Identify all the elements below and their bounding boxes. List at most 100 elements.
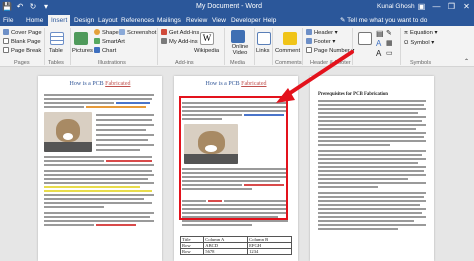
my-addins-button[interactable]: My Add-ins bbox=[161, 38, 198, 46]
text-line bbox=[86, 106, 146, 108]
text-line bbox=[44, 102, 114, 104]
text-line bbox=[318, 112, 418, 114]
pi-icon: π bbox=[404, 30, 408, 36]
online-video-button[interactable]: Online Video bbox=[228, 44, 252, 56]
get-addins-label: Get Add-ins bbox=[169, 30, 200, 36]
section-heading: Prerequisites for PCB Fabrication bbox=[318, 92, 388, 97]
symbol-button[interactable]: Ω Symbol ▾ bbox=[404, 39, 434, 47]
page-3[interactable]: Prerequisites for PCB Fabrication bbox=[310, 76, 434, 261]
text-line bbox=[106, 160, 152, 162]
pictures-button[interactable]: Pictures bbox=[72, 47, 93, 55]
cat-laptop-image[interactable] bbox=[44, 112, 92, 152]
cover-page-button[interactable]: Cover Page bbox=[3, 29, 42, 37]
object-icon[interactable]: ▭ bbox=[386, 50, 393, 58]
text-line bbox=[44, 202, 152, 204]
text-line bbox=[44, 156, 152, 158]
wordart-icon[interactable]: A bbox=[376, 40, 381, 48]
signature-line-icon[interactable]: ✎ bbox=[386, 30, 392, 38]
text-line bbox=[318, 224, 426, 226]
text-line bbox=[44, 106, 84, 108]
ribbon-tabs: File Home Insert Design Layout Reference… bbox=[0, 14, 474, 26]
collapse-ribbon-icon[interactable]: ⌃ bbox=[464, 58, 469, 66]
text-line bbox=[318, 128, 416, 130]
screenshot-label: Screenshot bbox=[127, 30, 157, 36]
tab-developer[interactable]: Developer bbox=[231, 15, 261, 26]
page-break-label: Page Break bbox=[11, 48, 42, 54]
table-row: Row 5678 1234 bbox=[179, 248, 292, 255]
text-line bbox=[318, 140, 426, 142]
text-line bbox=[318, 166, 426, 168]
text-line bbox=[44, 212, 154, 214]
ribbon-display-options-icon[interactable]: ▣ bbox=[417, 1, 426, 13]
text-line bbox=[44, 220, 154, 222]
text-line bbox=[44, 216, 150, 218]
equation-button[interactable]: π Equation ▾ bbox=[404, 29, 437, 37]
redo-icon[interactable]: ↻ bbox=[28, 1, 38, 13]
text-line bbox=[318, 204, 420, 206]
screenshot-button[interactable]: Screenshot bbox=[119, 29, 156, 37]
text-line bbox=[318, 154, 422, 156]
text-line bbox=[318, 228, 398, 230]
text-line bbox=[318, 208, 426, 210]
tab-references[interactable]: References bbox=[121, 15, 154, 26]
text-line bbox=[44, 98, 152, 100]
table-button[interactable]: Table bbox=[49, 47, 63, 55]
tables-group-label: Tables bbox=[48, 60, 64, 66]
text-line bbox=[318, 150, 426, 152]
text-box-icon[interactable] bbox=[358, 32, 372, 45]
comment-button[interactable]: Comment bbox=[275, 47, 300, 55]
quick-parts-icon[interactable]: ▤ bbox=[376, 30, 384, 38]
group-divider bbox=[400, 28, 401, 65]
tab-review[interactable]: Review bbox=[186, 15, 207, 26]
wikipedia-icon: W bbox=[200, 32, 214, 45]
customize-qat-icon[interactable]: ▾ bbox=[41, 1, 51, 13]
tab-view[interactable]: View bbox=[212, 15, 226, 26]
tab-insert[interactable]: Insert bbox=[48, 15, 71, 26]
wikipedia-button[interactable]: Wikipedia bbox=[194, 47, 219, 55]
page-break-icon bbox=[3, 47, 9, 53]
blank-page-button[interactable]: Blank Page bbox=[3, 38, 41, 46]
tell-me-search[interactable]: ✎ Tell me what you want to do bbox=[340, 15, 427, 26]
close-button[interactable]: ✕ bbox=[462, 1, 471, 13]
page-title-highlight: Fabricated bbox=[105, 81, 131, 87]
get-addins-button[interactable]: Get Add-ins bbox=[161, 29, 199, 37]
tab-file[interactable]: File bbox=[3, 15, 13, 26]
minimize-button[interactable]: — bbox=[432, 1, 441, 13]
tab-home[interactable]: Home bbox=[26, 15, 43, 26]
group-divider bbox=[44, 28, 45, 65]
chart-button[interactable]: Chart bbox=[94, 47, 116, 55]
tab-help[interactable]: Help bbox=[263, 15, 276, 26]
group-divider bbox=[224, 28, 225, 65]
equation-label: Equation bbox=[410, 30, 433, 36]
page-break-button[interactable]: Page Break bbox=[3, 47, 41, 55]
shapes-button[interactable]: Shapes bbox=[94, 29, 122, 37]
page-1[interactable]: How is a PCB Fabricated bbox=[38, 76, 162, 261]
undo-icon[interactable]: ↶ bbox=[15, 1, 25, 13]
footer-icon bbox=[306, 38, 312, 44]
text-line bbox=[318, 200, 426, 202]
smartart-button[interactable]: SmartArt bbox=[94, 38, 125, 46]
symbol-label: Symbol bbox=[410, 40, 430, 46]
tab-mailings[interactable]: Mailings bbox=[157, 15, 181, 26]
text-line bbox=[96, 224, 136, 226]
title-bar: 💾 ↶ ↻ ▾ My Document - Word Kunal Ghosh ▣… bbox=[0, 0, 474, 14]
account-name[interactable]: Kunal Ghosh bbox=[377, 2, 415, 12]
footer-button[interactable]: Footer ▾ bbox=[306, 38, 335, 46]
text-line bbox=[44, 160, 104, 162]
save-icon[interactable]: 💾 bbox=[2, 1, 12, 13]
tab-design[interactable]: Design bbox=[74, 15, 94, 26]
maximize-button[interactable]: ❐ bbox=[447, 1, 456, 13]
table-cell: 1234 bbox=[247, 248, 292, 255]
page-title: How is a PCB Fabricated bbox=[174, 81, 298, 87]
data-table[interactable]: Title Column A Column B Row ABCD EFGH Ro… bbox=[179, 236, 292, 255]
highlighted-text-line bbox=[44, 186, 140, 188]
header-button[interactable]: Header ▾ bbox=[306, 29, 338, 37]
links-button[interactable]: Links bbox=[256, 47, 270, 55]
page-number-button[interactable]: Page Number ▾ bbox=[306, 47, 354, 55]
text-line bbox=[318, 124, 426, 126]
text-line bbox=[96, 119, 152, 121]
date-time-icon[interactable]: ▦ bbox=[386, 40, 393, 48]
page-number-icon bbox=[306, 47, 312, 53]
tab-layout[interactable]: Layout bbox=[98, 15, 118, 26]
drop-cap-icon[interactable]: A bbox=[376, 50, 381, 58]
